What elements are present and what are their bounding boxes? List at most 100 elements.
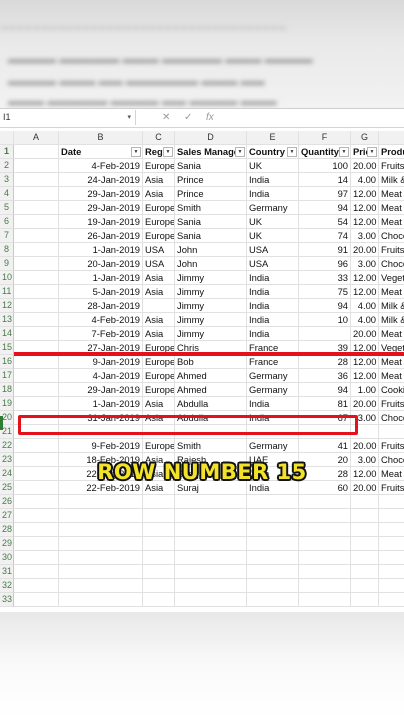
table-cell[interactable]: 20.00 <box>351 397 379 411</box>
table-cell[interactable] <box>247 523 299 537</box>
spreadsheet[interactable]: I1 ▾ ✕ ✓ fx ABCDEFGH1Date▼Regio▼Sales Ma… <box>0 108 404 613</box>
table-cell[interactable]: Chocolat <box>379 229 404 243</box>
header-cell[interactable]: Sales Manage ▼ <box>175 145 247 159</box>
table-cell[interactable]: Jimmy <box>175 299 247 313</box>
table-cell[interactable]: 12.00 <box>351 355 379 369</box>
table-cell[interactable] <box>351 579 379 593</box>
table-cell[interactable] <box>14 369 59 383</box>
name-box[interactable]: I1 ▾ <box>0 110 136 125</box>
table-cell[interactable] <box>247 579 299 593</box>
row-header[interactable]: 31 <box>0 565 14 579</box>
row-header[interactable]: 26 <box>0 495 14 509</box>
table-cell[interactable] <box>14 271 59 285</box>
header-cell[interactable]: Country ▼ <box>247 145 299 159</box>
table-cell[interactable]: Asia <box>143 285 175 299</box>
table-cell[interactable] <box>299 495 351 509</box>
table-cell[interactable]: India <box>247 187 299 201</box>
table-cell[interactable]: Europe <box>143 369 175 383</box>
table-row[interactable]: 12 28-Jan-2019 JimmyIndia944.00Milk & D <box>0 299 404 313</box>
row-header[interactable]: 7 <box>0 229 14 243</box>
table-cell[interactable]: Asia <box>143 397 175 411</box>
table-row[interactable]: 10 1-Jan-2019AsiaJimmyIndia3312.00Vegetab <box>0 271 404 285</box>
table-cell[interactable]: India <box>247 299 299 313</box>
table-cell[interactable]: Sania <box>175 229 247 243</box>
table-cell[interactable]: India <box>247 397 299 411</box>
table-cell[interactable]: Milk & D <box>379 313 404 327</box>
table-cell[interactable]: Asia <box>143 327 175 341</box>
table-cell[interactable] <box>143 565 175 579</box>
table-cell[interactable]: 1-Jan-2019 <box>59 243 143 257</box>
table-cell[interactable]: Germany <box>247 369 299 383</box>
chevron-down-icon[interactable]: ▾ <box>127 110 131 125</box>
table-cell[interactable] <box>14 257 59 271</box>
row-header[interactable]: 17 <box>0 369 14 383</box>
table-cell[interactable]: 20.00 <box>351 439 379 453</box>
table-cell[interactable]: Smith <box>175 439 247 453</box>
table-cell[interactable]: Fruits <box>379 159 404 173</box>
table-cell[interactable]: 28-Jan-2019 <box>59 299 143 313</box>
table-cell[interactable] <box>175 537 247 551</box>
table-cell[interactable]: Meat & <box>379 285 404 299</box>
table-cell[interactable] <box>175 579 247 593</box>
table-row[interactable]: 6 19-Jan-2019EuropeSaniaUK5412.00Meat & <box>0 215 404 229</box>
row-header[interactable]: 2 <box>0 159 14 173</box>
column-header[interactable]: F <box>299 131 351 145</box>
table-cell[interactable] <box>143 537 175 551</box>
table-cell[interactable] <box>14 243 59 257</box>
row-header[interactable]: 19 <box>0 397 14 411</box>
table-cell[interactable] <box>14 327 59 341</box>
column-header[interactable]: E <box>247 131 299 145</box>
column-header[interactable]: A <box>14 131 59 145</box>
table-cell[interactable] <box>143 593 175 607</box>
table-cell[interactable]: 74 <box>299 229 351 243</box>
table-row[interactable]: 5 29-Jan-2019 Europe Smith Germany 94 12.00 Mea… <box>0 201 404 215</box>
table-cell[interactable] <box>247 537 299 551</box>
column-header[interactable]: G <box>351 131 379 145</box>
table-cell[interactable] <box>247 551 299 565</box>
row-header[interactable]: 13 <box>0 313 14 327</box>
table-cell[interactable]: 94 <box>299 383 351 397</box>
table-cell[interactable] <box>14 215 59 229</box>
table-cell[interactable]: Meat & <box>379 355 404 369</box>
row-header[interactable]: 8 <box>0 243 14 257</box>
header-cell[interactable]: Quantity ▼ <box>299 145 351 159</box>
table-cell[interactable]: 94 <box>299 201 351 215</box>
row-header[interactable]: 1 <box>0 145 14 159</box>
table-cell[interactable]: Europe <box>143 229 175 243</box>
table-cell[interactable] <box>59 579 143 593</box>
table-cell[interactable] <box>59 565 143 579</box>
table-cell[interactable]: Europe <box>143 159 175 173</box>
table-row[interactable]: 14 7-Feb-2019AsiaJimmyIndia 20.00Meat & <box>0 327 404 341</box>
table-cell[interactable]: Europe <box>143 439 175 453</box>
table-cell[interactable] <box>14 523 59 537</box>
function-icon[interactable]: fx <box>206 110 214 125</box>
header-cell[interactable]: Product▼ <box>379 145 404 159</box>
table-cell[interactable]: 41 <box>299 439 351 453</box>
table-cell[interactable] <box>299 537 351 551</box>
table-cell[interactable] <box>14 397 59 411</box>
table-cell[interactable]: Chocolat <box>379 257 404 271</box>
row-header[interactable]: 12 <box>0 299 14 313</box>
table-cell[interactable]: 3.00 <box>351 257 379 271</box>
table-cell[interactable]: Europe <box>143 383 175 397</box>
table-cell[interactable]: 36 <box>299 369 351 383</box>
table-cell[interactable]: 19-Jan-2019 <box>59 215 143 229</box>
table-cell[interactable]: 75 <box>299 285 351 299</box>
table-cell[interactable]: 20.00 <box>351 159 379 173</box>
table-row[interactable]: 7 26-Jan-2019EuropeSaniaUK743.00Chocolat <box>0 229 404 243</box>
table-cell[interactable] <box>175 593 247 607</box>
table-cell[interactable] <box>14 495 59 509</box>
table-row[interactable]: 16 9-Jan-2019EuropeBobFrance2812.00Meat & <box>0 355 404 369</box>
table-cell[interactable]: India <box>247 285 299 299</box>
header-cell[interactable]: Date ▼ <box>59 145 143 159</box>
table-cell[interactable]: Germany <box>247 201 299 215</box>
table-cell[interactable]: 4-Feb-2019 <box>59 313 143 327</box>
table-cell[interactable]: 4.00 <box>351 313 379 327</box>
table-cell[interactable] <box>379 551 404 565</box>
table-cell[interactable] <box>175 523 247 537</box>
table-cell[interactable] <box>175 509 247 523</box>
table-row[interactable]: 33 <box>0 593 404 607</box>
table-cell[interactable]: Asia <box>143 173 175 187</box>
table-cell[interactable]: Meat & <box>379 201 404 215</box>
table-cell[interactable]: 12.00 <box>351 201 379 215</box>
